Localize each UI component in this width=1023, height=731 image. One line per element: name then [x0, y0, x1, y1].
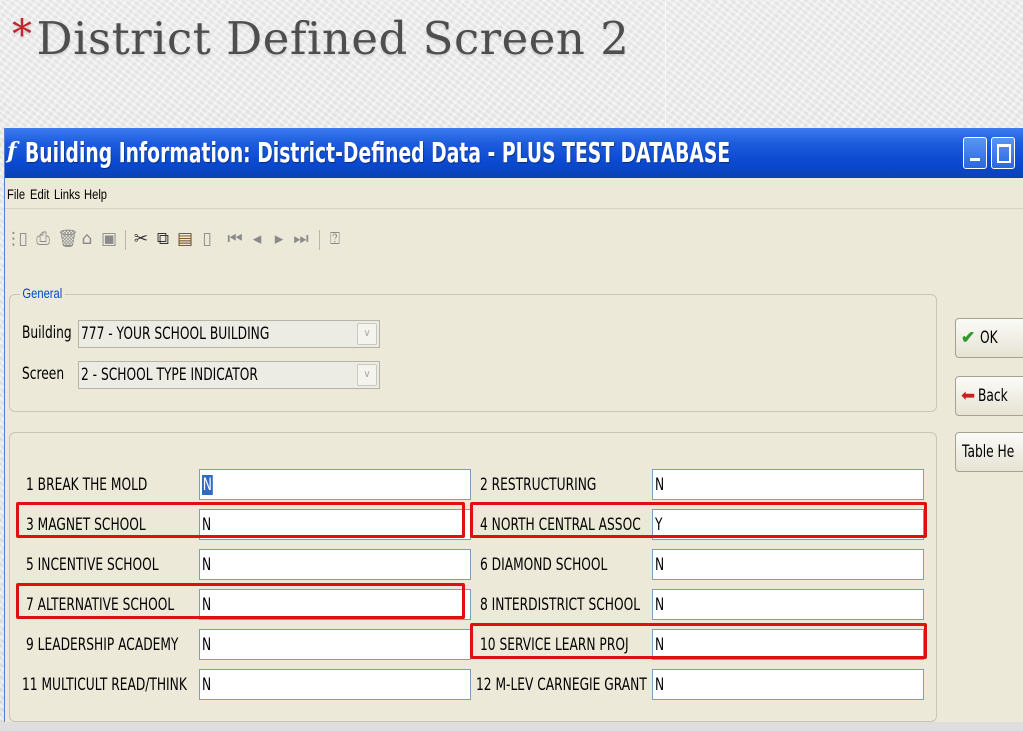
- last-record-icon[interactable]: ⏭: [293, 228, 309, 250]
- screen-select[interactable]: 2 - SCHOOL TYPE INDICATOR ∨: [78, 361, 380, 389]
- field-label-12: 12 M-LEV CARNEGIE GRANT: [476, 675, 647, 695]
- highlight-north-central: [470, 502, 927, 538]
- field-input-11[interactable]: N: [199, 669, 471, 700]
- back-arrow-icon: ⬅: [961, 386, 976, 405]
- field-input-6[interactable]: N: [652, 549, 924, 580]
- toolbar: ⋮ ▯ ⎙ 🗑 ⌂ ▣ ✂ ⧉ ▤ ▯ ⏮ ◂ ▸ ⏭ ⍰: [5, 220, 1023, 260]
- field-value-6: N: [655, 555, 665, 575]
- print-icon[interactable]: ⎙: [35, 228, 51, 250]
- slide-bottom-strip: [0, 722, 1023, 731]
- building-select[interactable]: 777 - YOUR SCHOOL BUILDING ∨: [78, 320, 380, 348]
- field-value-9: N: [202, 635, 212, 655]
- title-bullet: *: [12, 12, 33, 58]
- field-value-8: N: [655, 595, 665, 615]
- delete-icon[interactable]: 🗑: [57, 228, 79, 250]
- field-input-9[interactable]: N: [199, 629, 471, 660]
- grip-icon: ⋮: [5, 229, 22, 249]
- clipboard-icon[interactable]: ▯: [199, 228, 215, 250]
- field-input-8[interactable]: N: [652, 589, 924, 620]
- general-legend: General: [20, 285, 65, 301]
- general-group: General Building 777 - YOUR SCHOOL BUILD…: [9, 285, 937, 412]
- menu-bar: File Edit Links Help: [5, 180, 1023, 209]
- toolbar-separator: [125, 230, 126, 250]
- highlight-alternative-school: [16, 583, 465, 619]
- ok-button[interactable]: ✔ OK: [955, 318, 1023, 358]
- menu-links[interactable]: Links: [54, 180, 80, 208]
- highlight-magnet-school: [16, 502, 465, 538]
- field-value-11: N: [202, 675, 212, 695]
- open-icon[interactable]: ⌂: [79, 228, 95, 250]
- cut-icon[interactable]: ✂: [133, 228, 149, 250]
- field-label-2: 2 RESTRUCTURING: [480, 475, 597, 495]
- prev-record-icon[interactable]: ◂: [249, 228, 265, 250]
- field-value-2: N: [655, 475, 665, 495]
- new-icon[interactable]: ▯: [15, 228, 31, 250]
- menu-file[interactable]: File: [7, 180, 25, 208]
- field-value-1: N: [202, 475, 213, 495]
- toolbar-separator: [319, 230, 320, 250]
- screen-value: 2 - SCHOOL TYPE INDICATOR: [81, 365, 258, 385]
- paste-icon[interactable]: ▤: [177, 228, 193, 250]
- field-input-5[interactable]: N: [199, 549, 471, 580]
- field-label-1: 1 BREAK THE MOLD: [26, 475, 148, 495]
- slide-title: *District Defined Screen 2: [12, 12, 629, 92]
- fields-group: 1 BREAK THE MOLD N 2 RESTRUCTURING N 3 M…: [9, 432, 937, 722]
- field-label-9: 9 LEADERSHIP ACADEMY: [26, 635, 179, 655]
- field-label-11: 11 MULTICULT READ/THINK: [22, 675, 187, 695]
- slide-title-text: District Defined Screen 2: [36, 12, 630, 65]
- save-icon[interactable]: ▣: [101, 228, 117, 250]
- minimize-icon: [970, 158, 980, 161]
- window-titlebar: f Building Information: District-Defined…: [5, 128, 1023, 178]
- first-record-icon[interactable]: ⏮: [227, 228, 243, 250]
- chevron-down-icon[interactable]: ∨: [357, 364, 377, 386]
- field-input-2[interactable]: N: [652, 469, 924, 500]
- building-label: Building: [22, 323, 72, 343]
- building-value: 777 - YOUR SCHOOL BUILDING: [81, 324, 270, 344]
- context-help-icon[interactable]: ⍰: [327, 228, 343, 250]
- menu-edit[interactable]: Edit: [30, 180, 49, 208]
- field-input-12[interactable]: N: [652, 669, 924, 700]
- ok-label: OK: [980, 328, 998, 348]
- window-title: Building Information: District-Defined D…: [25, 136, 731, 169]
- maximize-icon: [997, 144, 1011, 163]
- field-input-1[interactable]: N: [199, 469, 471, 500]
- field-label-8: 8 INTERDISTRICT SCHOOL: [480, 595, 641, 615]
- highlight-service-learn: [470, 623, 927, 659]
- check-icon: ✔: [961, 328, 976, 347]
- field-value-5: N: [202, 555, 212, 575]
- field-label-5: 5 INCENTIVE SCHOOL: [26, 555, 159, 575]
- screen-label: Screen: [22, 364, 65, 384]
- field-value-12: N: [655, 675, 665, 695]
- app-icon: f: [7, 138, 17, 164]
- minimize-button[interactable]: [963, 137, 987, 169]
- field-label-6: 6 DIAMOND SCHOOL: [480, 555, 608, 575]
- back-button[interactable]: ⬅ Back: [955, 376, 1023, 416]
- table-help-label: Table He: [962, 442, 1015, 462]
- table-help-button[interactable]: Table He: [955, 432, 1023, 472]
- chevron-down-icon[interactable]: ∨: [357, 323, 377, 345]
- next-record-icon[interactable]: ▸: [271, 228, 287, 250]
- copy-icon[interactable]: ⧉: [155, 228, 171, 250]
- maximize-button[interactable]: [991, 137, 1015, 169]
- menu-help[interactable]: Help: [84, 180, 107, 208]
- back-label: Back: [978, 386, 1008, 406]
